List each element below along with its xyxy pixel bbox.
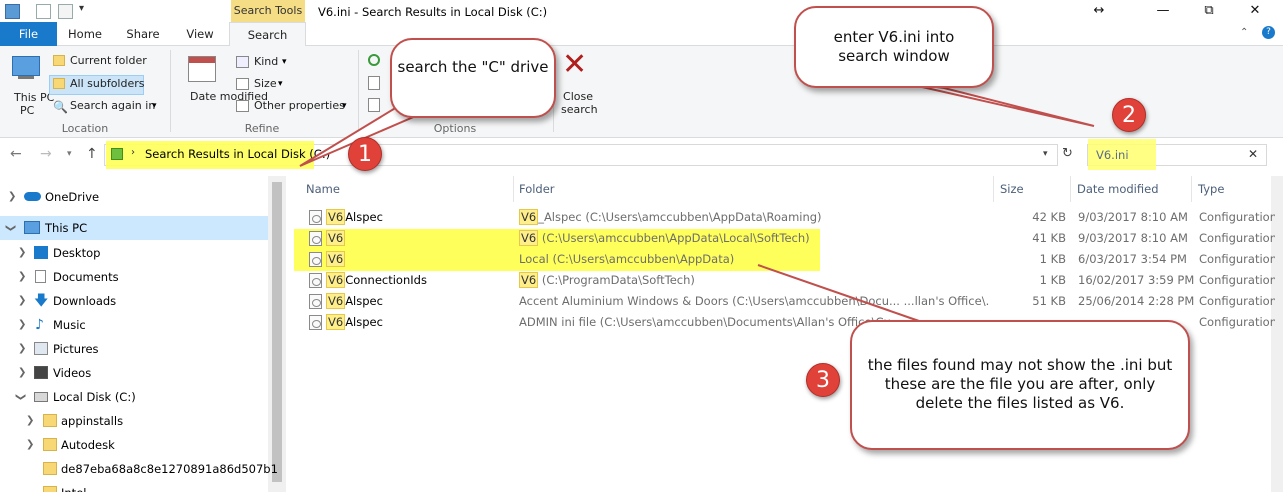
callout-1: search the "C" drive <box>390 38 556 118</box>
callout-3: the files found may not show the .ini bu… <box>850 320 1190 450</box>
step-3-badge: 3 <box>806 363 840 397</box>
step-1-badge: 1 <box>348 137 382 171</box>
callout-2-pointer <box>899 81 1095 127</box>
callout-2: enter V6.ini into search window <box>794 6 994 88</box>
step-2-badge: 2 <box>1112 98 1146 132</box>
